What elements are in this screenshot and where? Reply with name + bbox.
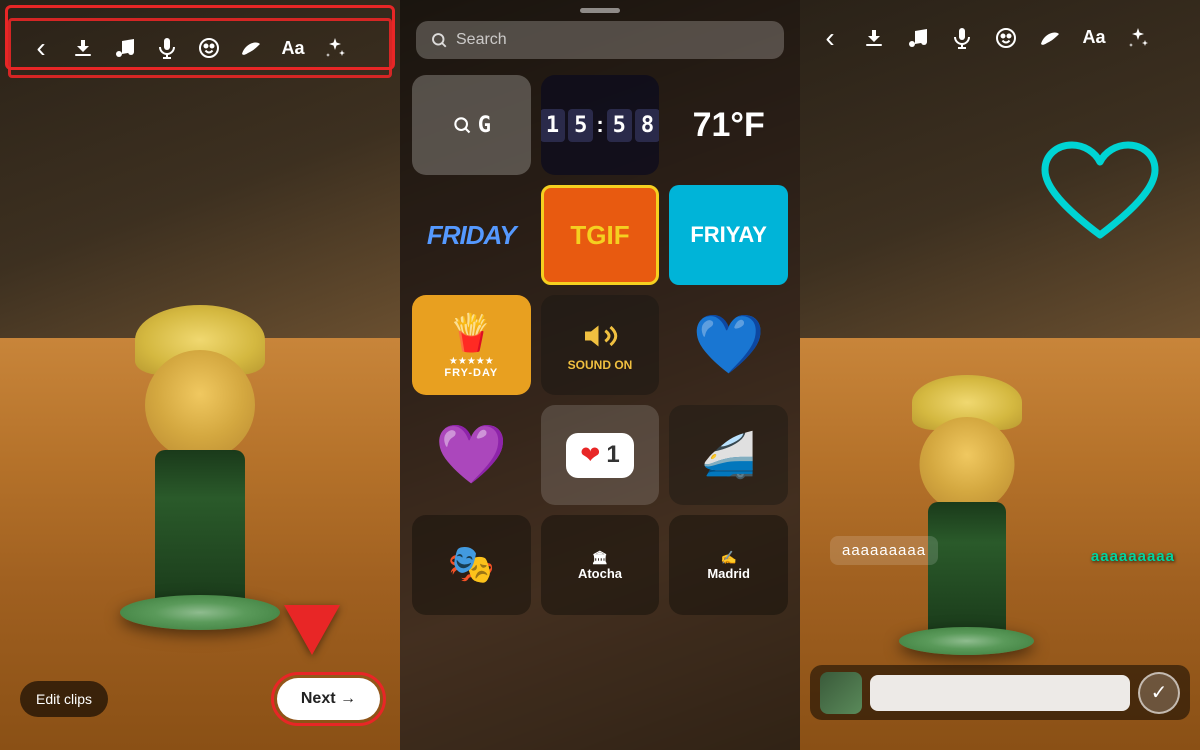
sticker-g-letter: G <box>478 113 491 138</box>
amiibo-head-left <box>145 350 255 460</box>
sound-icon <box>582 318 618 354</box>
download-icon[interactable] <box>65 30 101 66</box>
cyan-heart-drawing <box>1040 140 1160 266</box>
right-toolbar: ‹ Aa <box>800 10 1200 65</box>
amiibo-base-right <box>899 627 1034 655</box>
heart-blue: 💙 <box>693 311 765 379</box>
draw-icon[interactable] <box>233 30 269 66</box>
tgif-text: TGIF <box>570 220 629 251</box>
clock-min1: 5 <box>607 109 632 142</box>
friday-text: FRIDAY <box>427 220 516 251</box>
text-overlay-right: aaaaaaaaa <box>1091 548 1175 565</box>
bottom-controls: Edit clips Next → <box>0 678 400 720</box>
text-overlay-left: aaaaaaaaa <box>830 536 938 565</box>
clock-min2: 8 <box>635 109 659 142</box>
mic-icon[interactable] <box>149 30 185 66</box>
left-toolbar: ‹ Aa <box>8 18 392 78</box>
amiibo-body-right <box>928 502 1006 637</box>
sticker-temperature[interactable]: 71°F <box>669 75 788 175</box>
clock-hour1: 1 <box>541 109 565 142</box>
right-music-icon[interactable] <box>900 20 936 56</box>
like-count: 1 <box>606 441 619 469</box>
middle-panel: G 1 5 : 5 8 71°F FRIDAY TGIF <box>400 0 800 750</box>
effects-icon[interactable] <box>317 30 353 66</box>
sticker-train[interactable]: 🚄 <box>669 405 788 505</box>
sticker-sound-on[interactable]: SOUND ON <box>541 295 660 395</box>
caption-input[interactable] <box>870 675 1130 711</box>
sticker-heart-blue[interactable]: 💙 <box>669 295 788 395</box>
sticker-search[interactable]: G <box>412 75 531 175</box>
checkmark-button[interactable]: ✓ <box>1138 672 1180 714</box>
sticker-like-counter[interactable]: ❤ 1 <box>541 405 660 505</box>
amiibo-figure-right <box>899 627 1034 655</box>
sticker-fryday[interactable]: 🍟 ★★★★★ FRY-DAY <box>412 295 531 395</box>
right-download-icon[interactable] <box>856 20 892 56</box>
right-text-icon[interactable]: Aa <box>1076 20 1112 56</box>
emoji-svg <box>994 26 1018 50</box>
train-emoji: 🚄 <box>701 429 756 481</box>
sticker-museum[interactable]: 🎭 <box>412 515 531 615</box>
fryday-text: FRY-DAY <box>444 367 498 379</box>
sound-text: SOUND ON <box>568 358 633 372</box>
sticker-tgif[interactable]: TGIF <box>541 185 660 285</box>
right-draw-icon[interactable] <box>1032 20 1068 56</box>
sticker-clock[interactable]: 1 5 : 5 8 <box>541 75 660 175</box>
sticker-picker: G 1 5 : 5 8 71°F FRIDAY TGIF <box>400 8 800 623</box>
sticker-search-bar[interactable] <box>416 21 784 59</box>
amiibo-figure-left <box>110 250 290 630</box>
sticker-friyay[interactable]: FRIYAY <box>669 185 788 285</box>
fries-emoji: 🍟 <box>449 312 494 354</box>
edit-clips-button[interactable]: Edit clips <box>20 681 108 717</box>
heart-pink: 💜 <box>435 421 507 489</box>
right-mic-icon[interactable] <box>944 20 980 56</box>
thumbnail-preview <box>820 672 862 714</box>
amiibo-body-left <box>155 450 245 610</box>
sticker-grid: G 1 5 : 5 8 71°F FRIDAY TGIF <box>400 67 800 623</box>
sticker-madrid[interactable]: ✍Madrid <box>669 515 788 615</box>
like-heart: ❤ <box>580 441 600 470</box>
draw-svg <box>1038 26 1062 50</box>
friyay-text: FRIYAY <box>690 222 767 248</box>
next-button-container: Next → <box>277 678 380 720</box>
right-emoji-icon[interactable] <box>988 20 1024 56</box>
clock-colon: : <box>596 112 603 138</box>
atocha-text: 🏛Atocha <box>578 550 622 581</box>
left-panel: ‹ Aa Edit clips Next → <box>0 0 400 750</box>
music-svg <box>906 26 930 50</box>
amiibo-base-left <box>120 595 280 630</box>
sticker-friday[interactable]: FRIDAY <box>412 185 531 285</box>
right-back-icon[interactable]: ‹ <box>812 20 848 56</box>
right-panel: ‹ Aa aaaaaaaaa aaaaaaaaa <box>800 0 1200 750</box>
back-icon[interactable]: ‹ <box>23 30 59 66</box>
red-arrow-down <box>284 605 340 655</box>
music-icon[interactable] <box>107 30 143 66</box>
temp-value: 71°F <box>693 106 765 145</box>
emoji-icon[interactable] <box>191 30 227 66</box>
clock-hour2: 5 <box>568 109 593 142</box>
heart-drawing-svg <box>1040 140 1160 250</box>
sticker-search-icon <box>452 115 472 135</box>
sticker-atocha[interactable]: 🏛Atocha <box>541 515 660 615</box>
madrid-text: ✍Madrid <box>707 550 750 581</box>
sticker-search-input[interactable] <box>456 31 770 49</box>
next-button-outline <box>271 672 386 726</box>
bottom-text-input-area: ✓ <box>810 665 1190 720</box>
stars-text: ★★★★★ <box>449 356 494 367</box>
right-effects-icon[interactable] <box>1120 20 1156 56</box>
drag-pill <box>580 8 620 13</box>
text-icon[interactable]: Aa <box>275 30 311 66</box>
search-icon <box>430 31 448 49</box>
museum-emoji: 🎭 <box>448 543 495 587</box>
sticker-heart-pink[interactable]: 💜 <box>412 405 531 505</box>
effects-svg <box>1126 26 1150 50</box>
amiibo-head-right <box>919 417 1014 512</box>
mic-svg <box>950 26 974 50</box>
download-svg <box>862 26 886 50</box>
